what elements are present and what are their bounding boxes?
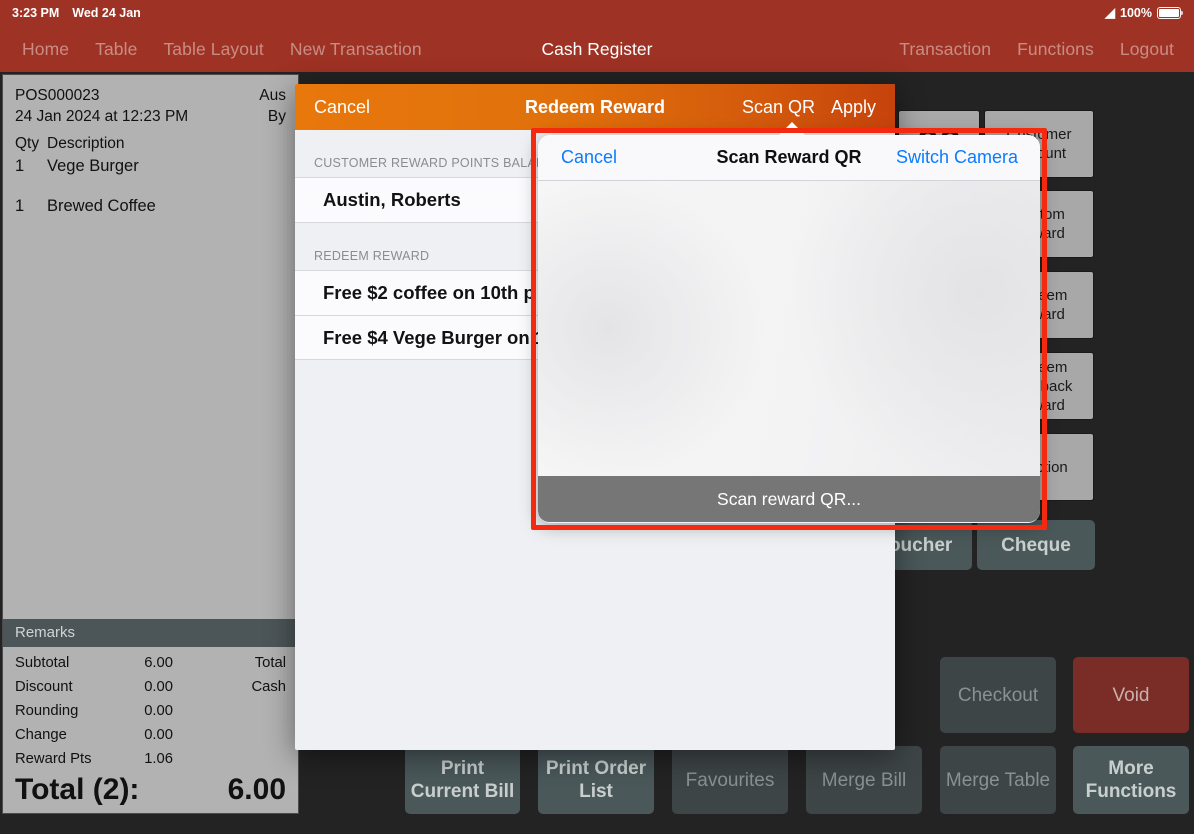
receipt-line-item[interactable]: 1 Vege Burger (15, 155, 286, 177)
summary-row: Rounding 0.00 (15, 699, 183, 723)
summary-row: Reward Pts 1.06 (15, 747, 183, 771)
summary-row: Discount 0.00 (15, 675, 183, 699)
receipt-panel: POS000023 Aus 24 Jan 2024 at 12:23 PM By… (2, 74, 299, 814)
summary-right-label: Total (254, 655, 286, 671)
status-time: 3:23 PM (12, 6, 60, 20)
merge-table-button[interactable]: Merge Table (940, 746, 1056, 814)
more-functions-button[interactable]: More Functions (1073, 746, 1189, 814)
favourites-button[interactable]: Favourites (672, 746, 788, 814)
cheque-button[interactable]: Cheque (977, 520, 1095, 570)
nav-home[interactable]: Home (22, 39, 69, 60)
print-order-list-button[interactable]: Print Order List (538, 746, 654, 814)
void-button[interactable]: Void (1073, 657, 1189, 733)
summary-row: Change 0.00 (15, 723, 183, 747)
scan-qr-button[interactable]: Scan QR (742, 97, 815, 118)
scan-reward-qr-popover: Cancel Scan Reward QR Switch Camera Scan… (538, 135, 1040, 523)
nav-functions[interactable]: Functions (1017, 39, 1094, 60)
line-item-description: Vege Burger (47, 157, 139, 175)
top-navigation-bar: Home Table Table Layout New Transaction … (0, 26, 1194, 72)
battery-percent: 100% (1120, 6, 1152, 20)
summary-label: Subtotal (15, 655, 70, 671)
popover-cancel-button[interactable]: Cancel (538, 147, 617, 168)
checkout-button[interactable]: Checkout (940, 657, 1056, 733)
remarks-bar[interactable]: Remarks (3, 619, 298, 647)
summary-value: 0.00 (144, 703, 173, 719)
summary-right-row: Cash (183, 675, 286, 699)
summary-label: Change (15, 727, 67, 743)
grand-total-value: 6.00 (227, 773, 286, 806)
summary-label: Reward Pts (15, 751, 92, 767)
battery-icon (1157, 7, 1184, 19)
grand-total-row: Total (2): 6.00 (3, 773, 298, 813)
summary-right-row: Total (183, 651, 286, 675)
nav-table-layout[interactable]: Table Layout (163, 39, 263, 60)
summary-value: 0.00 (144, 727, 173, 743)
bottom-chrome (0, 820, 1194, 834)
wifi-icon: ◢ (1105, 4, 1116, 20)
app-root: 3:23 PM Wed 24 Jan ◢ 100% Home Table Tab… (0, 0, 1194, 834)
nav-transaction[interactable]: Transaction (899, 39, 991, 60)
print-current-bill-button[interactable]: Print Current Bill (405, 746, 520, 814)
modal-cancel-button[interactable]: Cancel (295, 97, 370, 118)
summary-label: Discount (15, 679, 73, 695)
summary-right-label: Cash (251, 679, 286, 695)
receipt-line-item[interactable]: 1 Brewed Coffee (15, 195, 286, 217)
receipt-order-number: POS000023 (15, 87, 100, 104)
receipt-customer: Aus (259, 87, 286, 104)
summary-value: 1.06 (144, 751, 173, 767)
scan-hint-bar: Scan reward QR... (538, 476, 1040, 522)
status-bar: 3:23 PM Wed 24 Jan ◢ 100% (0, 0, 1194, 26)
summary-row: Subtotal 6.00 (15, 651, 183, 675)
receipt-col-qty: Qty (15, 135, 40, 152)
summary-label: Rounding (15, 703, 79, 719)
nav-logout[interactable]: Logout (1120, 39, 1174, 60)
popover-arrow (778, 122, 806, 136)
nav-table[interactable]: Table (95, 39, 137, 60)
popover-header: Cancel Scan Reward QR Switch Camera (538, 135, 1040, 181)
line-item-qty: 1 (15, 157, 25, 175)
camera-preview[interactable] (538, 181, 1040, 476)
grand-total-label: Total (2): (15, 773, 140, 806)
merge-bill-button[interactable]: Merge Bill (806, 746, 922, 814)
status-date: Wed 24 Jan (72, 6, 141, 20)
receipt-cashier: By (267, 108, 286, 125)
line-item-description: Brewed Coffee (47, 197, 156, 215)
nav-new-transaction[interactable]: New Transaction (290, 39, 422, 60)
receipt-datetime: 24 Jan 2024 at 12:23 PM (15, 108, 189, 125)
switch-camera-button[interactable]: Switch Camera (896, 147, 1040, 168)
line-item-qty: 1 (15, 197, 25, 215)
apply-button[interactable]: Apply (831, 97, 876, 118)
summary-value: 6.00 (144, 655, 173, 671)
summary-value: 0.00 (144, 679, 173, 695)
receipt-col-description: Description (47, 135, 125, 152)
